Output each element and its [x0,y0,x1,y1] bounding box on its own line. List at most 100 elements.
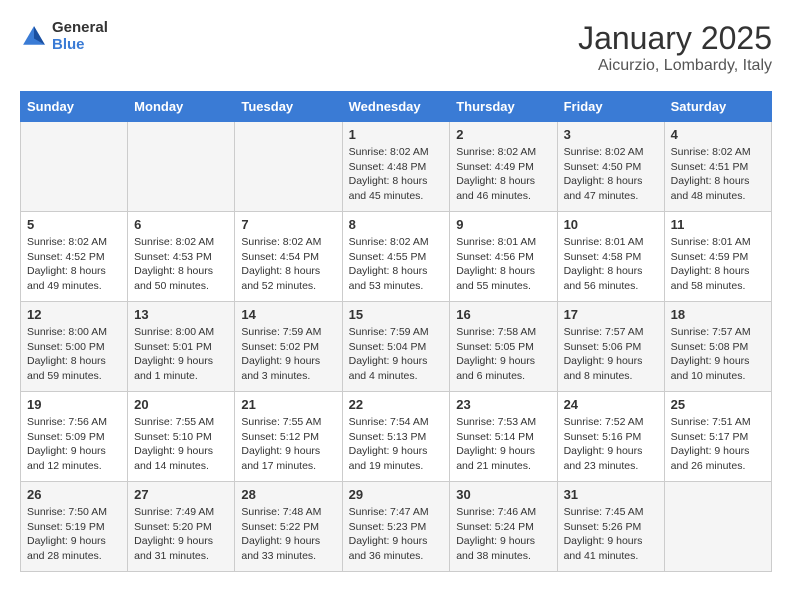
day-info: Sunrise: 7:47 AM Sunset: 5:23 PM Dayligh… [349,505,444,564]
calendar-cell: 4 Sunrise: 8:02 AM Sunset: 4:51 PM Daylig… [664,122,771,212]
day-number: 6 [134,217,228,232]
day-info: Sunrise: 7:56 AM Sunset: 5:09 PM Dayligh… [27,415,121,474]
day-info: Sunrise: 7:59 AM Sunset: 5:04 PM Dayligh… [349,325,444,384]
day-info: Sunrise: 7:54 AM Sunset: 5:13 PM Dayligh… [349,415,444,474]
day-info: Sunrise: 8:02 AM Sunset: 4:51 PM Dayligh… [671,145,765,204]
calendar-subtitle: Aicurzio, Lombardy, Italy [578,57,772,75]
day-number: 1 [349,127,444,142]
logo-blue-text: Blue [52,37,108,54]
column-header-monday: Monday [128,92,235,122]
calendar-cell: 24Sunrise: 7:52 AM Sunset: 5:16 PM Dayli… [557,392,664,482]
day-info: Sunrise: 8:00 AM Sunset: 5:01 PM Dayligh… [134,325,228,384]
calendar-cell [664,482,771,572]
calendar-cell: 13 Sunrise: 8:00 AM Sunset: 5:01 PM Dayli… [128,302,235,392]
day-number: 24 [564,397,658,412]
day-info: Sunrise: 8:00 AM Sunset: 5:00 PM Dayligh… [27,325,121,384]
day-info: Sunrise: 7:55 AM Sunset: 5:12 PM Dayligh… [241,415,335,474]
calendar-cell [235,122,342,212]
calendar-cell: 28 Sunrise: 7:48 AM Sunset: 5:22 PM Dayli… [235,482,342,572]
day-number: 29 [349,487,444,502]
column-header-wednesday: Wednesday [342,92,450,122]
logo-text: General Blue [52,20,108,53]
day-info: Sunrise: 7:57 AM Sunset: 5:06 PM Dayligh… [564,325,658,384]
calendar-cell: 17 Sunrise: 7:57 AM Sunset: 5:06 PM Dayli… [557,302,664,392]
day-info: Sunrise: 7:46 AM Sunset: 5:24 PM Dayligh… [456,505,550,564]
day-number: 9 [456,217,550,232]
day-number: 19 [27,397,121,412]
calendar-cell: 19 Sunrise: 7:56 AM Sunset: 5:09 PM Dayli… [21,392,128,482]
day-number: 13 [134,307,228,322]
day-number: 16 [456,307,550,322]
calendar-cell: 7 Sunrise: 8:02 AM Sunset: 4:54 PM Daylig… [235,212,342,302]
calendar-cell: 9Sunrise: 8:01 AM Sunset: 4:56 PM Daylig… [450,212,557,302]
day-number: 15 [349,307,444,322]
calendar-cell: 18Sunrise: 7:57 AM Sunset: 5:08 PM Dayli… [664,302,771,392]
day-info: Sunrise: 7:45 AM Sunset: 5:26 PM Dayligh… [564,505,658,564]
day-number: 4 [671,127,765,142]
day-number: 20 [134,397,228,412]
day-number: 22 [349,397,444,412]
day-number: 2 [456,127,550,142]
day-number: 28 [241,487,335,502]
day-number: 25 [671,397,765,412]
column-header-sunday: Sunday [21,92,128,122]
day-info: Sunrise: 7:51 AM Sunset: 5:17 PM Dayligh… [671,415,765,474]
calendar-cell: 29 Sunrise: 7:47 AM Sunset: 5:23 PM Dayli… [342,482,450,572]
day-number: 18 [671,307,765,322]
calendar-cell: 10Sunrise: 8:01 AM Sunset: 4:58 PM Dayli… [557,212,664,302]
day-info: Sunrise: 7:48 AM Sunset: 5:22 PM Dayligh… [241,505,335,564]
calendar-cell: 25 Sunrise: 7:51 AM Sunset: 5:17 PM Dayli… [664,392,771,482]
calendar-cell: 3Sunrise: 8:02 AM Sunset: 4:50 PM Daylig… [557,122,664,212]
day-number: 26 [27,487,121,502]
day-info: Sunrise: 8:02 AM Sunset: 4:55 PM Dayligh… [349,235,444,294]
day-info: Sunrise: 7:59 AM Sunset: 5:02 PM Dayligh… [241,325,335,384]
calendar-cell: 6Sunrise: 8:02 AM Sunset: 4:53 PM Daylig… [128,212,235,302]
logo: General Blue [20,20,108,53]
calendar-cell: 30 Sunrise: 7:46 AM Sunset: 5:24 PM Dayli… [450,482,557,572]
day-number: 17 [564,307,658,322]
day-number: 5 [27,217,121,232]
day-number: 27 [134,487,228,502]
calendar-cell: 2 Sunrise: 8:02 AM Sunset: 4:49 PM Daylig… [450,122,557,212]
calendar-cell: 27 Sunrise: 7:49 AM Sunset: 5:20 PM Dayli… [128,482,235,572]
title-section: January 2025 Aicurzio, Lombardy, Italy [578,20,772,75]
calendar-cell: 8Sunrise: 8:02 AM Sunset: 4:55 PM Daylig… [342,212,450,302]
calendar-cell [21,122,128,212]
logo-icon [20,23,48,51]
week-row-1: 1Sunrise: 8:02 AM Sunset: 4:48 PM Daylig… [21,122,772,212]
day-number: 31 [564,487,658,502]
calendar-header-row: SundayMondayTuesdayWednesdayThursdayFrid… [21,92,772,122]
calendar-cell: 26Sunrise: 7:50 AM Sunset: 5:19 PM Dayli… [21,482,128,572]
day-info: Sunrise: 8:02 AM Sunset: 4:54 PM Dayligh… [241,235,335,294]
calendar-table: SundayMondayTuesdayWednesdayThursdayFrid… [20,91,772,572]
calendar-cell: 16Sunrise: 7:58 AM Sunset: 5:05 PM Dayli… [450,302,557,392]
day-info: Sunrise: 8:02 AM Sunset: 4:49 PM Dayligh… [456,145,550,204]
week-row-4: 19 Sunrise: 7:56 AM Sunset: 5:09 PM Dayli… [21,392,772,482]
calendar-cell: 22 Sunrise: 7:54 AM Sunset: 5:13 PM Dayli… [342,392,450,482]
calendar-cell: 20 Sunrise: 7:55 AM Sunset: 5:10 PM Dayli… [128,392,235,482]
day-info: Sunrise: 8:02 AM Sunset: 4:50 PM Dayligh… [564,145,658,204]
page-header: General Blue January 2025 Aicurzio, Lomb… [20,20,772,75]
day-info: Sunrise: 7:49 AM Sunset: 5:20 PM Dayligh… [134,505,228,564]
calendar-cell [128,122,235,212]
day-number: 30 [456,487,550,502]
column-header-friday: Friday [557,92,664,122]
column-header-saturday: Saturday [664,92,771,122]
day-number: 21 [241,397,335,412]
day-info: Sunrise: 7:53 AM Sunset: 5:14 PM Dayligh… [456,415,550,474]
day-number: 23 [456,397,550,412]
day-info: Sunrise: 8:01 AM Sunset: 4:58 PM Dayligh… [564,235,658,294]
day-number: 14 [241,307,335,322]
logo-general-text: General [52,20,108,37]
calendar-cell: 11 Sunrise: 8:01 AM Sunset: 4:59 PM Dayli… [664,212,771,302]
column-header-tuesday: Tuesday [235,92,342,122]
day-info: Sunrise: 7:55 AM Sunset: 5:10 PM Dayligh… [134,415,228,474]
calendar-cell: 1Sunrise: 8:02 AM Sunset: 4:48 PM Daylig… [342,122,450,212]
day-info: Sunrise: 8:01 AM Sunset: 4:59 PM Dayligh… [671,235,765,294]
day-number: 11 [671,217,765,232]
week-row-5: 26Sunrise: 7:50 AM Sunset: 5:19 PM Dayli… [21,482,772,572]
calendar-cell: 15 Sunrise: 7:59 AM Sunset: 5:04 PM Dayli… [342,302,450,392]
day-number: 7 [241,217,335,232]
day-info: Sunrise: 8:02 AM Sunset: 4:52 PM Dayligh… [27,235,121,294]
calendar-title: January 2025 [578,20,772,57]
